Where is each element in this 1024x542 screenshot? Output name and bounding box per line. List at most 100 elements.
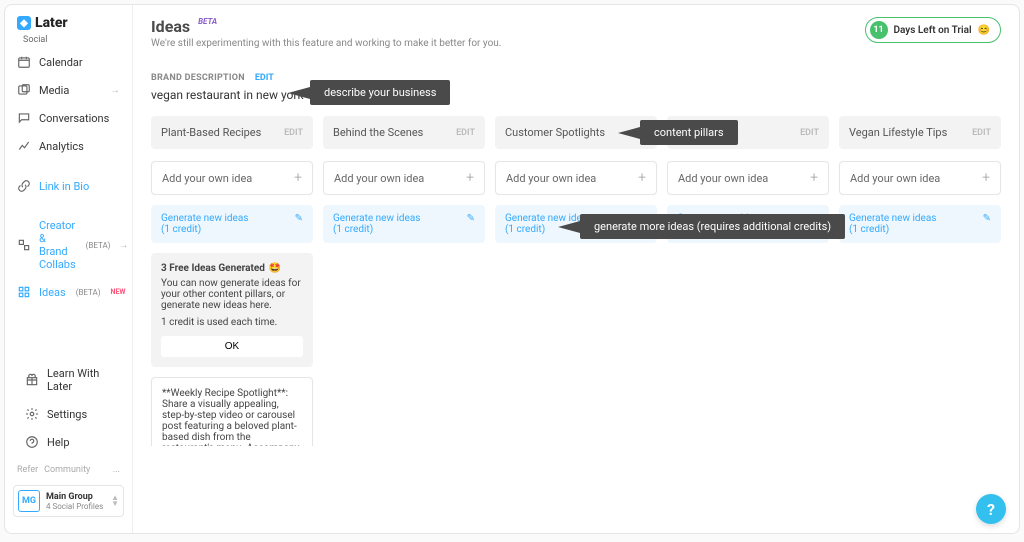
nav-label: Link in Bio [39,180,89,193]
generate-ideas-button[interactable]: Generate new ideas (1 credit) ✎ [839,205,1001,243]
nav-conversations[interactable]: Conversations [11,105,126,131]
plus-icon: + [638,170,646,186]
add-idea-button[interactable]: Add your own idea + [495,161,657,195]
pillars-row: Plant-Based Recipes EDIT Add your own id… [151,116,1001,446]
sidebar: ◆ Later Social Calendar Media → Conversa… [5,5,133,533]
brand-section: BRAND DESCRIPTION EDIT vegan restaurant … [151,65,1001,102]
brand-edit-link[interactable]: EDIT [255,73,274,83]
wand-icon: ✎ [983,213,991,224]
nav-label: Conversations [39,112,109,125]
plus-icon: + [810,170,818,186]
add-idea-label: Add your own idea [678,172,768,185]
pillar-header[interactable]: Plant-Based Recipes EDIT [151,116,313,149]
media-icon [17,83,31,97]
gen-line2: (1 credit) [161,224,248,235]
nav-settings[interactable]: Settings [19,401,118,427]
refer-row: Refer Community ... [13,459,124,481]
annotation: content pillars [640,120,738,145]
page-subtitle: We're still experimenting with this feat… [151,38,501,49]
pillar-edit[interactable]: EDIT [972,128,991,138]
ok-button[interactable]: OK [161,336,303,357]
page-title: Ideas [151,17,190,36]
pillar-edit[interactable]: EDIT [800,128,819,138]
brand-description: vegan restaurant in new york [151,88,1001,102]
beta-badge: BETA [198,17,217,26]
pillar-header[interactable]: Behind the Scenes EDIT [323,116,485,149]
annotation-text: content pillars [654,126,724,139]
trial-badge[interactable]: 11 Days Left on Trial 😊 [865,17,1002,43]
updown-icon: ▲▼ [111,495,119,507]
group-switcher[interactable]: MG Main Group 4 Social Profiles ▲▼ [13,485,124,517]
chevron-right-icon: → [118,240,128,251]
nav-label: Creator & Brand Collabs [39,219,76,271]
calendar-icon [17,55,31,69]
generate-ideas-button[interactable]: Generate new ideas (1 credit) ✎ [151,205,313,243]
nav-secondary: Learn With Later Settings Help [13,357,124,459]
pillar-name: Plant-Based Recipes [161,126,261,139]
info-card: 3 Free Ideas Generated 🤩 You can now gen… [151,253,313,367]
nav-label: Ideas [39,286,66,299]
add-idea-label: Add your own idea [850,172,940,185]
pillar-header[interactable]: Vegan Lifestyle Tips EDIT [839,116,1001,149]
pillar-name: Behind the Scenes [333,126,423,139]
add-idea-button[interactable]: Add your own idea + [323,161,485,195]
nav-learn[interactable]: Learn With Later [19,361,118,399]
pillar-edit[interactable]: EDIT [284,128,303,138]
pillar-edit[interactable]: EDIT [456,128,475,138]
pillar-column: ces EDIT Add your own idea + Generate ne… [667,116,829,446]
refer-link[interactable]: Refer [17,465,38,475]
group-name: Main Group [46,492,103,502]
help-icon [25,435,39,449]
pillar-name: Vegan Lifestyle Tips [849,126,947,139]
gen-line1: Generate new ideas [161,213,248,224]
analytics-icon [17,139,31,153]
trial-days: 11 [870,21,888,39]
idea-text: **Weekly Recipe Spotlight**: Share a vis… [162,388,302,446]
gen-line2: (1 credit) [849,224,936,235]
gear-icon [25,407,39,421]
brand-label: BRAND DESCRIPTION [151,73,245,83]
community-link[interactable]: Community [44,465,90,475]
idea-card[interactable]: **Weekly Recipe Spotlight**: Share a vis… [151,377,313,446]
add-idea-button[interactable]: Add your own idea + [667,161,829,195]
group-profiles: 4 Social Profiles [46,502,103,511]
plus-icon: + [466,170,474,186]
nav-label: Help [47,436,70,449]
info-title: 3 Free Ideas Generated [161,263,265,274]
info-body2: 1 credit is used each time. [161,317,303,328]
generate-ideas-button[interactable]: Generate new ideas (1 credit) ✎ [323,205,485,243]
gen-line2: (1 credit) [333,224,420,235]
nav-collabs[interactable]: Creator & Brand Collabs (BETA) → [11,213,126,277]
nav-label: Media [39,84,69,97]
annotation-text: describe your business [324,86,436,99]
nav-label: Analytics [39,140,84,153]
nav-linkinbio[interactable]: Link in Bio [11,173,126,199]
help-fab[interactable]: ? [976,494,1006,524]
nav-analytics[interactable]: Analytics [11,133,126,159]
trial-text: Days Left on Trial [894,25,972,36]
annotation-text: generate more ideas (requires additional… [594,220,831,233]
add-idea-label: Add your own idea [162,172,252,185]
add-idea-button[interactable]: Add your own idea + [151,161,313,195]
chat-icon [17,111,31,125]
nav-main: Calendar Media → Conversations Analytics… [5,45,132,309]
annotation: generate more ideas (requires additional… [580,214,845,239]
chevron-right-icon: → [110,85,120,96]
nav-media[interactable]: Media → [11,77,126,103]
beta-tag: (BETA) [76,288,101,297]
plus-icon: + [294,170,302,186]
add-idea-label: Add your own idea [334,172,424,185]
nav-calendar[interactable]: Calendar [11,49,126,75]
add-idea-button[interactable]: Add your own idea + [839,161,1001,195]
pillar-column: Plant-Based Recipes EDIT Add your own id… [151,116,313,446]
add-idea-label: Add your own idea [506,172,596,185]
nav-ideas[interactable]: Ideas (BETA) NEW [11,279,126,305]
group-badge: MG [18,490,40,512]
emoji-icon: 🤩 [269,263,281,274]
link-icon [17,179,31,193]
nav-help[interactable]: Help [19,429,118,455]
more-dots-icon[interactable]: ... [113,465,120,475]
info-body1: You can now generate ideas for your othe… [161,278,303,311]
wand-icon: ✎ [467,213,475,224]
ideas-icon [17,285,31,299]
